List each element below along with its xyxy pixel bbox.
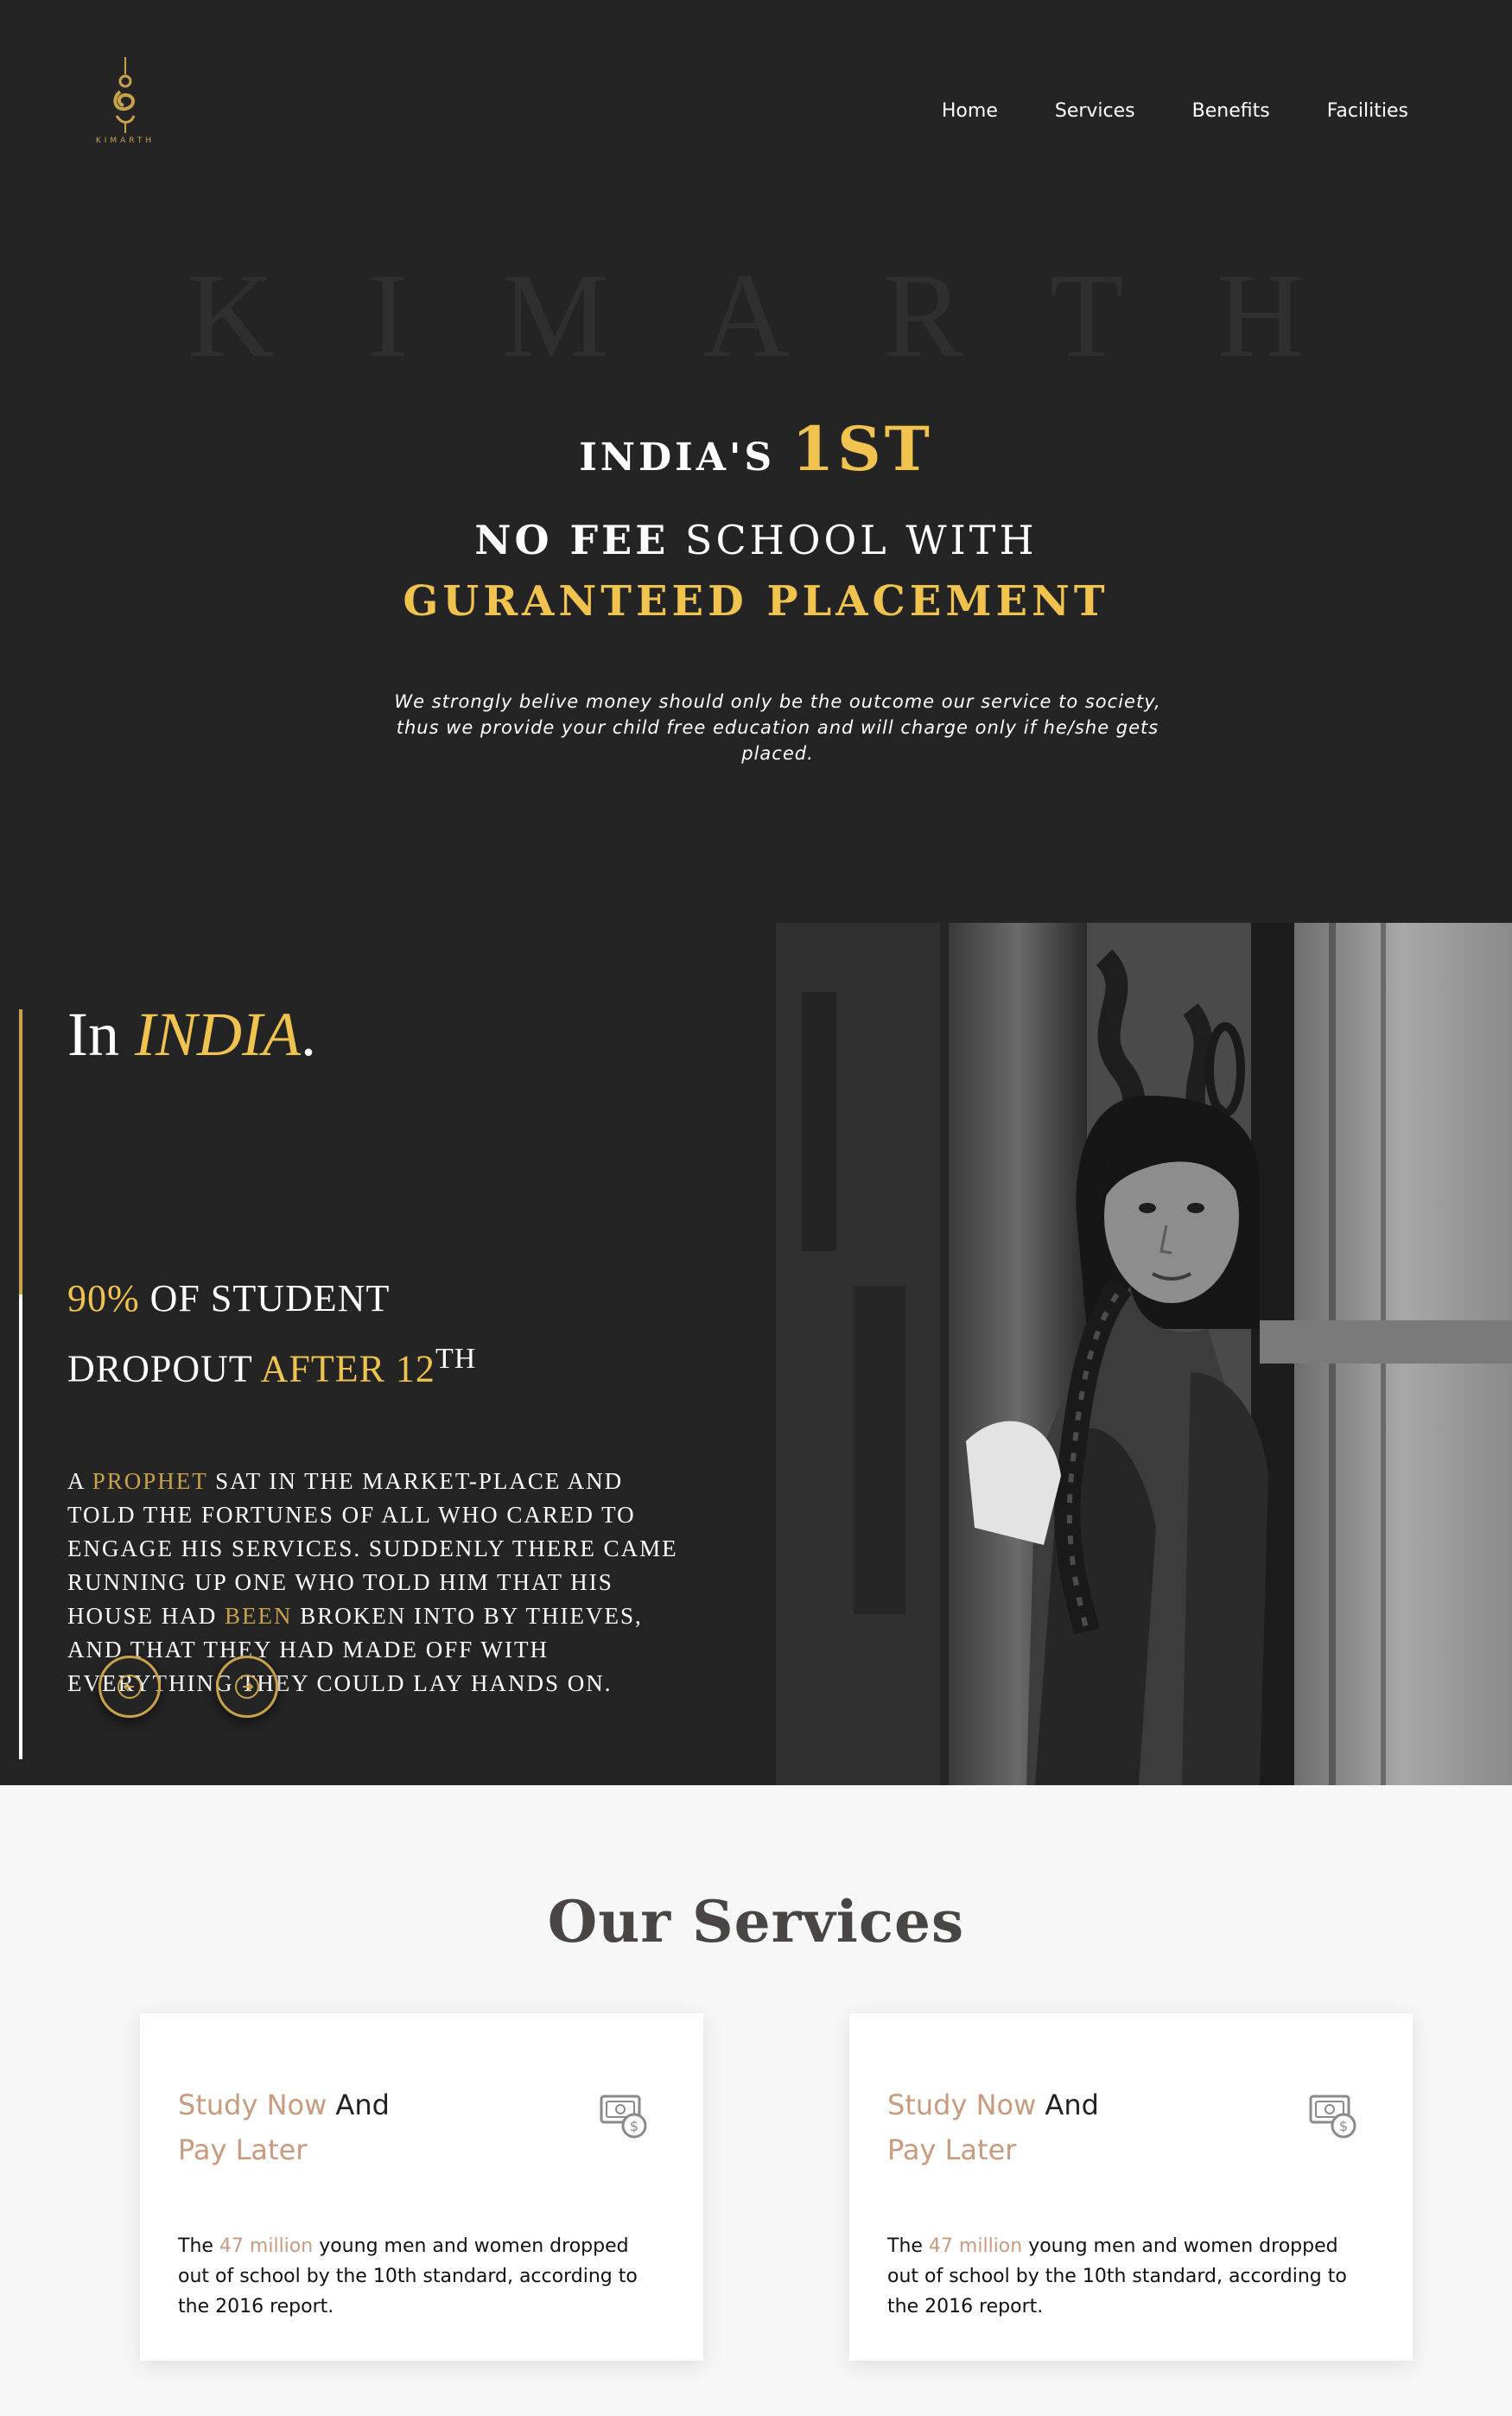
hero-heading-line2: NO FEE SCHOOL WITH bbox=[0, 517, 1512, 563]
girl-at-door-photo bbox=[776, 923, 1512, 1785]
hero-line2-bold: NO FEE bbox=[474, 517, 670, 563]
card-title-plain: And bbox=[1036, 2089, 1099, 2121]
heading-prefix: In bbox=[67, 1000, 135, 1069]
story-part-1: A bbox=[67, 1468, 92, 1494]
money-icon: $ bbox=[1309, 2095, 1356, 2139]
stat-highlight: AFTER 12 bbox=[260, 1347, 435, 1390]
india-stat-panel: In INDIA. 90% OF STUDENT DROPOUT AFTER 1… bbox=[0, 923, 776, 1785]
card-title-accent-1: Study Now bbox=[887, 2089, 1037, 2121]
logo-emblem-icon bbox=[113, 57, 136, 133]
hero-line2-rest: SCHOOL WITH bbox=[669, 517, 1038, 563]
dropout-stat: 90% OF STUDENT DROPOUT AFTER 12TH bbox=[67, 1268, 724, 1400]
heading-suffix: . bbox=[300, 1000, 316, 1069]
card-title-accent-2: Pay Later bbox=[887, 2133, 1017, 2166]
card-title-plain: And bbox=[327, 2089, 390, 2121]
section-heading: In INDIA. bbox=[67, 999, 316, 1071]
money-icon: $ bbox=[600, 2095, 647, 2139]
brand-logo[interactable]: KIMARTH bbox=[85, 55, 166, 156]
stat-text-1: OF STUDENT bbox=[139, 1277, 391, 1319]
hero-line1-highlight: 1ST bbox=[791, 413, 933, 485]
nav-benefits[interactable]: Benefits bbox=[1192, 99, 1270, 124]
story-text: A PROPHET SAT IN THE MARKET-PLACE AND TO… bbox=[67, 1465, 689, 1701]
stat-text-2: DROPOUT bbox=[67, 1347, 261, 1390]
progress-indicator bbox=[19, 1009, 22, 1294]
service-card-text: The 47 million young men and women dropp… bbox=[178, 2231, 662, 2322]
card-text-accent: 47 million bbox=[219, 2235, 314, 2257]
story-highlight-2: BEEN bbox=[225, 1603, 293, 1629]
logo-text: KIMARTH bbox=[95, 137, 156, 145]
main-nav: Home Services Benefits Facilities bbox=[885, 99, 1408, 124]
nav-home[interactable]: Home bbox=[942, 99, 998, 124]
hero-tagline: We strongly belive money should only be … bbox=[394, 691, 1161, 764]
service-card[interactable]: Study Now And Pay Later $ The 47 million… bbox=[140, 2013, 703, 2361]
service-card[interactable]: Study Now And Pay Later $ The 47 million… bbox=[849, 2013, 1413, 2361]
stat-sup: TH bbox=[435, 1343, 477, 1375]
brand-watermark: KIMARTH bbox=[187, 249, 1398, 383]
hero-heading-line3: GURANTEED PLACEMENT bbox=[403, 577, 1109, 626]
card-title-accent-1: Study Now bbox=[178, 2089, 327, 2121]
card-text-1: The bbox=[887, 2235, 929, 2257]
services-title: Our Services bbox=[547, 1887, 965, 1955]
arrow-right-icon bbox=[235, 1675, 259, 1699]
arrow-left-icon bbox=[118, 1675, 142, 1699]
next-slide-button[interactable] bbox=[216, 1656, 278, 1718]
svg-text:$: $ bbox=[630, 2118, 638, 2134]
heading-highlight: INDIA bbox=[134, 1000, 301, 1069]
card-text-1: The bbox=[178, 2235, 219, 2257]
card-title-accent-2: Pay Later bbox=[178, 2133, 308, 2166]
hero-section: KIMARTH Home Services Benefits Facilitie… bbox=[0, 0, 1512, 923]
story-highlight-1: PROPHET bbox=[92, 1468, 208, 1494]
photo-illustration bbox=[776, 923, 1512, 1785]
nav-services[interactable]: Services bbox=[1055, 99, 1135, 124]
hero-heading-line1: INDIA'S 1ST bbox=[0, 413, 1512, 485]
service-card-title: Study Now And Pay Later bbox=[887, 2082, 1099, 2172]
service-card-title: Study Now And Pay Later bbox=[178, 2082, 390, 2172]
service-card-text: The 47 million young men and women dropp… bbox=[887, 2231, 1371, 2322]
nav-facilities[interactable]: Facilities bbox=[1327, 99, 1408, 124]
stat-percent: 90% bbox=[67, 1277, 140, 1319]
prev-slide-button[interactable] bbox=[98, 1656, 161, 1718]
card-text-accent: 47 million bbox=[928, 2235, 1023, 2257]
hero-line1-prefix: INDIA'S bbox=[579, 436, 792, 480]
svg-text:$: $ bbox=[1339, 2118, 1348, 2134]
